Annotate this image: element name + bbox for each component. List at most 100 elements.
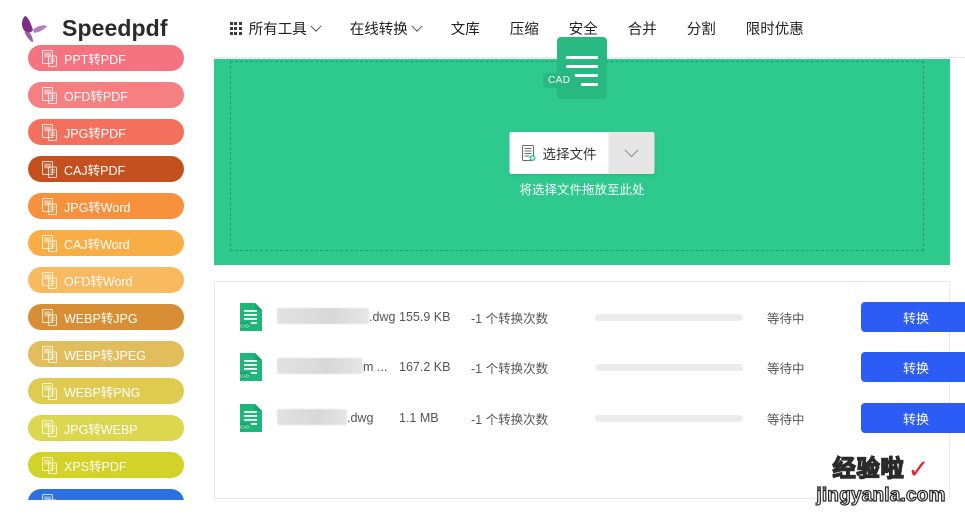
watermark-chinese: 经验啦 xyxy=(832,454,905,481)
file-name: .dwg xyxy=(277,408,395,428)
progress-bar xyxy=(595,313,743,321)
sidebar-item-label: WEBP转JPEG xyxy=(64,348,146,363)
sidebar-item-label: JPG转PDF xyxy=(64,126,126,141)
nav-item-split[interactable]: 分割 xyxy=(687,18,716,39)
sidebar-item-8[interactable]: WEBP转JPG xyxy=(28,304,184,330)
file-name-suffix: .dwg xyxy=(347,411,374,425)
convert-file-icon xyxy=(42,123,57,141)
chevron-down-icon xyxy=(624,143,639,158)
sidebar-item-label: WEBP转PNG xyxy=(64,385,141,400)
nav-label: 所有工具 xyxy=(248,22,307,38)
file-dropzone[interactable]: CAD 选择文件 将选择文件拖放至此处 xyxy=(214,37,950,265)
file-size: 167.2 KB xyxy=(399,360,451,374)
select-file-control[interactable]: 选择文件 xyxy=(509,132,655,174)
select-file-dropdown-toggle[interactable] xyxy=(608,132,655,174)
cad-file-icon: CAD xyxy=(239,403,263,433)
convert-button[interactable]: 转换 xyxy=(861,403,965,433)
butterfly-logo-icon xyxy=(14,10,52,48)
status-badge: 等待中 xyxy=(767,412,805,427)
conversion-count: -1 个转换次数 xyxy=(471,311,549,326)
file-size: 155.9 KB xyxy=(399,310,451,324)
sidebar-item-9[interactable]: WEBP转JPEG xyxy=(28,341,184,367)
nav-label: 限时优惠 xyxy=(745,22,804,38)
nav-label: 安全 xyxy=(568,22,598,38)
nav-item-all-tools[interactable]: 所有工具 xyxy=(229,18,322,39)
status-badge: 等待中 xyxy=(767,311,805,326)
convert-file-icon xyxy=(42,197,57,215)
select-file-label: 选择文件 xyxy=(542,147,597,162)
convert-button[interactable]: 转换 xyxy=(861,352,965,382)
conversion-count: -1 个转换次数 xyxy=(471,412,549,427)
convert-file-icon xyxy=(42,382,57,400)
progress-bar xyxy=(595,363,743,371)
sidebar-item-label: JPG转WEBP xyxy=(64,422,138,437)
file-name: .dwg xyxy=(277,307,395,327)
nav-item-compress[interactable]: 压缩 xyxy=(510,18,539,39)
status-badge: 等待中 xyxy=(767,361,805,376)
logo[interactable]: Speedpdf xyxy=(14,10,168,48)
convert-file-icon xyxy=(42,345,57,363)
table-row: CAD m ... 167.2 KB -1 个转换次数 等待中 转换 xyxy=(215,342,965,392)
nav-label: 压缩 xyxy=(509,22,539,38)
main-nav: 所有工具 在线转换 文库 压缩 安全 合并 分割 限时优惠 xyxy=(229,18,804,39)
convert-file-icon xyxy=(42,271,57,289)
svg-text:CAD: CAD xyxy=(240,323,249,328)
sidebar-item-3[interactable]: JPG转PDF xyxy=(28,119,184,145)
progress-bar xyxy=(595,414,743,422)
file-name-suffix: m ... xyxy=(363,360,388,374)
select-file-button[interactable]: 选择文件 xyxy=(509,132,609,174)
redacted-filename-overlay xyxy=(277,308,369,324)
sidebar-item-7[interactable]: OFD转Word xyxy=(28,267,184,293)
sidebar-item-13[interactable] xyxy=(28,489,184,500)
svg-text:CAD: CAD xyxy=(240,373,249,378)
sidebar-item-10[interactable]: WEBP转PNG xyxy=(28,378,184,404)
convert-file-icon xyxy=(42,86,57,104)
convert-button[interactable]: 转换 xyxy=(861,302,965,332)
convert-file-icon xyxy=(42,419,57,437)
watermark-check-icon: ✓ xyxy=(907,454,930,484)
sidebar-item-2[interactable]: OFD转PDF xyxy=(28,82,184,108)
sidebar-item-label: JPG转Word xyxy=(64,200,131,215)
drop-hint-text: 将选择文件拖放至此处 xyxy=(519,183,645,197)
redacted-filename-overlay xyxy=(277,358,363,374)
file-name-suffix: .dwg xyxy=(369,310,395,324)
nav-label: 分割 xyxy=(686,22,716,38)
cad-document-icon: CAD xyxy=(543,37,607,99)
chevron-down-icon xyxy=(310,20,322,32)
sidebar-item-6[interactable]: CAJ转Word xyxy=(28,230,184,256)
sidebar-item-12[interactable]: XPS转PDF xyxy=(28,452,184,478)
table-row: CAD .dwg 1.1 MB -1 个转换次数 等待中 转换 xyxy=(215,393,965,443)
sidebar-item-11[interactable]: JPG转WEBP xyxy=(28,415,184,441)
sidebar-item-label: WEBP转JPG xyxy=(64,311,138,326)
convert-file-icon xyxy=(42,160,57,178)
cad-file-icon: CAD xyxy=(239,302,263,332)
redacted-filename-overlay xyxy=(277,409,347,425)
sidebar-item-label: CAJ转PDF xyxy=(64,163,126,178)
nav-item-security[interactable]: 安全 xyxy=(569,18,598,39)
convert-file-icon xyxy=(42,49,57,67)
sidebar-item-1[interactable]: PPT转PDF xyxy=(28,45,184,71)
nav-label: 在线转换 xyxy=(349,22,408,38)
chevron-down-icon xyxy=(411,20,423,32)
convert-file-icon xyxy=(42,234,57,252)
nav-item-online-convert[interactable]: 在线转换 xyxy=(349,18,423,39)
nav-item-library[interactable]: 文库 xyxy=(451,18,480,39)
sidebar-item-5[interactable]: JPG转Word xyxy=(28,193,184,219)
sidebar-item-label: CAJ转Word xyxy=(64,237,130,252)
convert-file-icon xyxy=(42,456,57,474)
sidebar-item-label: PPT转PDF xyxy=(64,52,126,67)
tool-sidebar[interactable]: PPT转PDF OFD转PDF JPG转PDF CAJ转PDF JPG转Word CAJ转… xyxy=(0,45,212,500)
nav-item-merge[interactable]: 合并 xyxy=(628,18,657,39)
cad-badge: CAD xyxy=(543,73,576,88)
sidebar-item-label: OFD转Word xyxy=(64,274,133,289)
convert-file-icon xyxy=(42,308,57,326)
file-size: 1.1 MB xyxy=(399,411,439,425)
sidebar-item-label: OFD转PDF xyxy=(64,89,128,104)
conversion-count: -1 个转换次数 xyxy=(471,361,549,376)
cad-file-icon: CAD xyxy=(239,352,263,382)
nav-item-promo[interactable]: 限时优惠 xyxy=(746,18,804,39)
grid-icon xyxy=(229,22,242,35)
sidebar-item-4[interactable]: CAJ转PDF xyxy=(28,156,184,182)
nav-label: 文库 xyxy=(450,22,480,38)
convert-file-icon xyxy=(42,493,57,500)
